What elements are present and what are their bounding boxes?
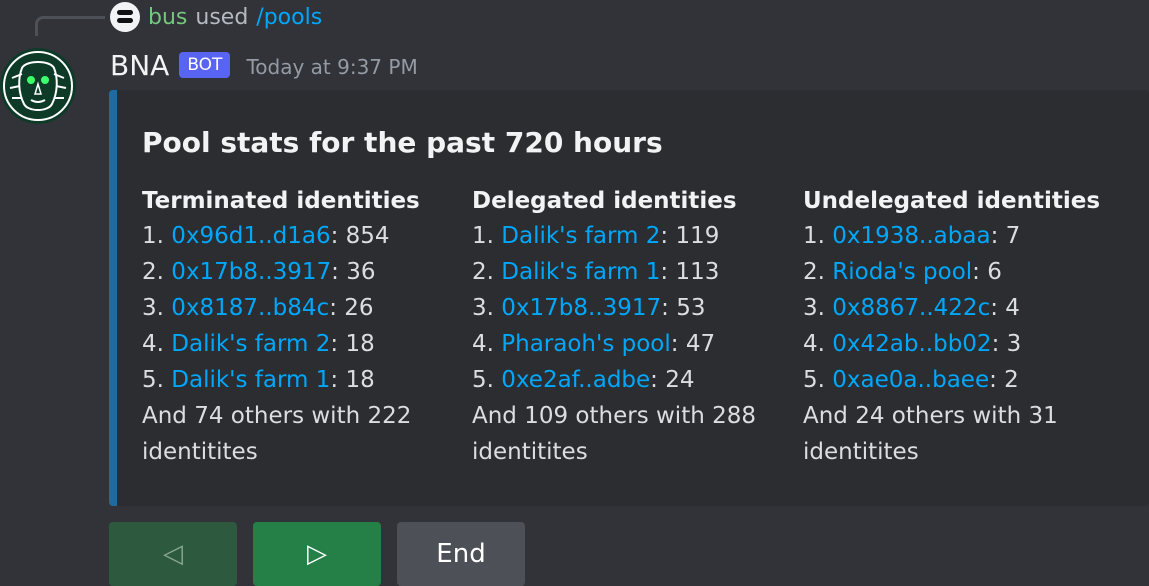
message-timestamp[interactable]: Today at 9:37 PM xyxy=(246,55,417,79)
pool-link[interactable]: 0x17b8..3917 xyxy=(171,259,331,285)
embed-title: Pool stats for the past 720 hours xyxy=(142,126,663,159)
list-item: 4. Pharaoh's pool: 47 xyxy=(472,331,716,357)
pool-link[interactable]: 0x42ab..bb02 xyxy=(832,331,991,357)
pool-link[interactable]: Dalik's farm 2 xyxy=(171,331,330,357)
pool-link[interactable]: Rioda's pool xyxy=(832,259,972,285)
list-item: 2. Rioda's pool: 6 xyxy=(803,259,1002,285)
others-summary: And 24 others with 31 identitites xyxy=(803,403,1058,465)
list-item: 1. 0x96d1..d1a6: 854 xyxy=(142,223,390,249)
list-item: 2. 0x17b8..3917: 36 xyxy=(142,259,376,285)
list-item: 5. 0xe2af..adbe: 24 xyxy=(472,367,695,393)
previous-page-button[interactable]: ◁ xyxy=(109,522,237,586)
message-header: BNA BOT Today at 9:37 PM xyxy=(110,44,418,86)
list-item: 5. Dalik's farm 1: 18 xyxy=(142,367,375,393)
reply-used-text: used xyxy=(195,4,249,30)
pool-link[interactable]: 0xe2af..adbe xyxy=(501,367,650,393)
list-item: 4. 0x42ab..bb02: 3 xyxy=(803,331,1022,357)
next-page-button[interactable]: ▷ xyxy=(253,522,381,586)
others-summary: And 109 others with 288 identitites xyxy=(472,403,757,465)
pool-link[interactable]: 0x17b8..3917 xyxy=(501,295,661,321)
bna-logo-icon xyxy=(0,48,76,124)
list-item: 1. Dalik's farm 2: 119 xyxy=(472,223,720,249)
pool-link[interactable]: Dalik's farm 1 xyxy=(171,367,330,393)
bot-username[interactable]: BNA xyxy=(110,49,169,82)
pool-link[interactable]: 0x96d1..d1a6 xyxy=(171,223,330,249)
bot-avatar[interactable] xyxy=(0,48,76,124)
list-item: 3. 0x8187..b84c: 26 xyxy=(142,295,374,321)
end-button[interactable]: End xyxy=(397,522,525,586)
reply-username[interactable]: bus xyxy=(148,5,187,30)
column-delegated: Delegated identities 1. Dalik's farm 2: … xyxy=(472,184,792,470)
pool-link[interactable]: 0x1938..abaa xyxy=(832,223,990,249)
reply-command[interactable]: /pools xyxy=(256,5,322,30)
reply-user-avatar[interactable] xyxy=(110,2,140,32)
list-item: 5. 0xae0a..baee: 2 xyxy=(803,367,1019,393)
reply-connector-line xyxy=(35,16,105,36)
pool-link[interactable]: Dalik's farm 2 xyxy=(501,223,660,249)
list-item: 3. 0x17b8..3917: 53 xyxy=(472,295,706,321)
list-item: 1. 0x1938..abaa: 7 xyxy=(803,223,1021,249)
pool-link[interactable]: 0x8867..422c xyxy=(832,295,990,321)
bus-logo-icon xyxy=(117,10,133,23)
column-undelegated: Undelegated identities 1. 0x1938..abaa: … xyxy=(803,184,1123,470)
list-item: 4. Dalik's farm 2: 18 xyxy=(142,331,375,357)
column-title: Delegated identities xyxy=(472,188,737,214)
column-title: Terminated identities xyxy=(142,188,420,214)
pool-link[interactable]: 0xae0a..baee xyxy=(832,367,989,393)
column-title: Undelegated identities xyxy=(803,188,1101,214)
pool-stats-embed: Pool stats for the past 720 hours Termin… xyxy=(109,90,1149,506)
command-reply-context[interactable]: bus used /pools xyxy=(110,2,322,32)
pool-link[interactable]: 0x8187..b84c xyxy=(171,295,329,321)
pool-link[interactable]: Dalik's farm 1 xyxy=(501,259,660,285)
others-summary: And 74 others with 222 identitites xyxy=(142,403,412,465)
list-item: 2. Dalik's farm 1: 113 xyxy=(472,259,720,285)
column-terminated: Terminated identities 1. 0x96d1..d1a6: 8… xyxy=(142,184,462,470)
pool-link[interactable]: Pharaoh's pool xyxy=(501,331,671,357)
bot-tag-badge: BOT xyxy=(179,52,231,78)
list-item: 3. 0x8867..422c: 4 xyxy=(803,295,1020,321)
